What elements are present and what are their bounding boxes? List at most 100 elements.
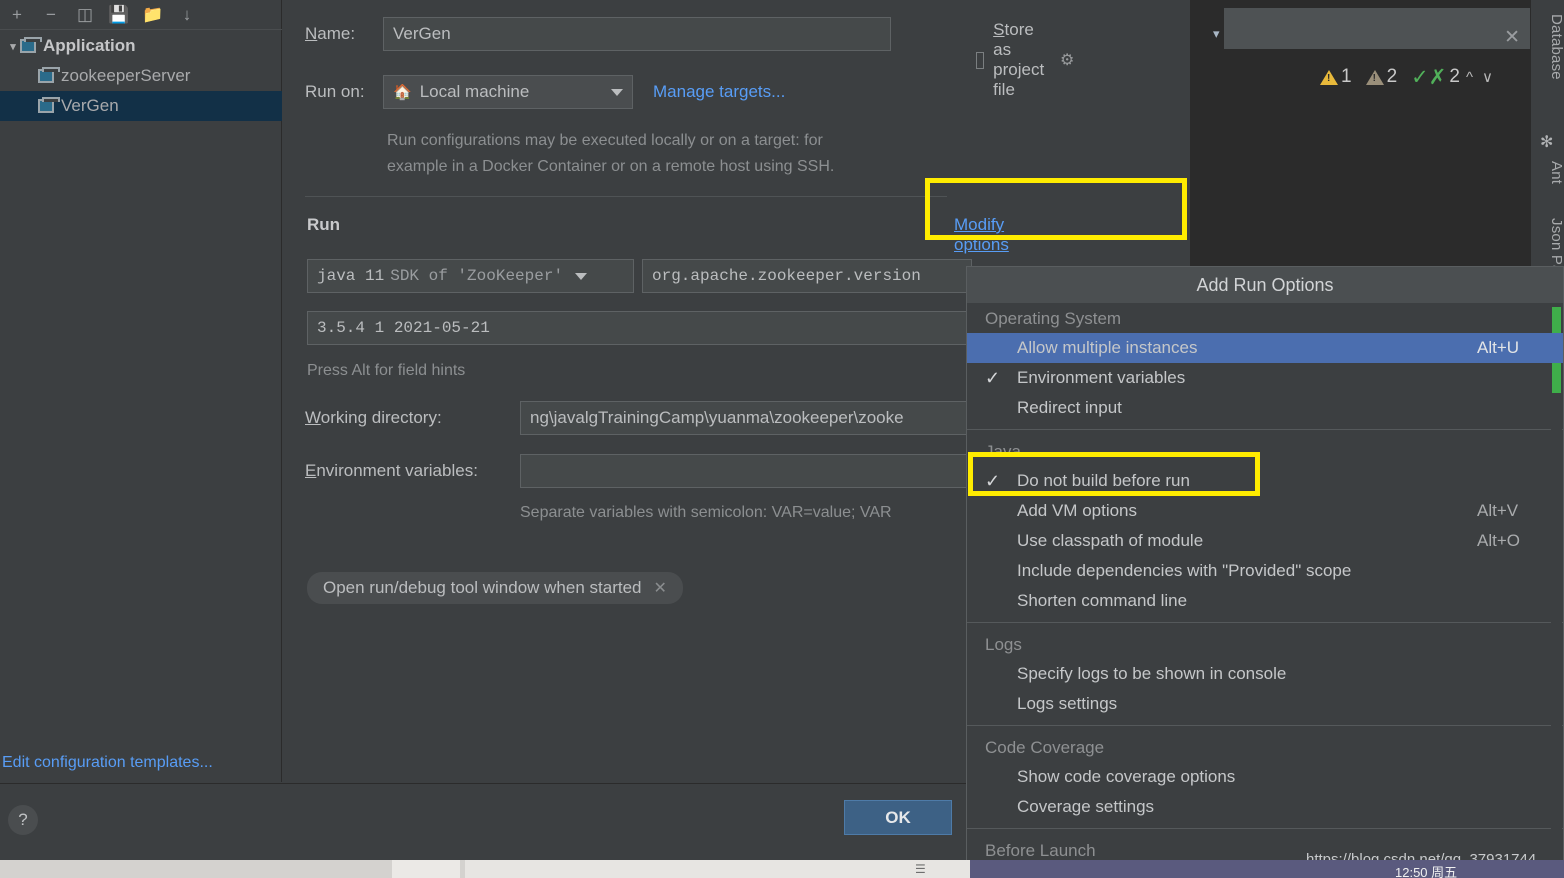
tree-group-application[interactable]: ▾ Application <box>0 31 282 61</box>
manage-targets-link[interactable]: Manage targets... <box>653 82 785 102</box>
field-hints-text: Press Alt for field hints <box>307 362 466 379</box>
name-label: Name: <box>305 24 356 43</box>
application-icon <box>38 97 60 113</box>
tray-icon[interactable]: ☰ <box>915 862 926 876</box>
open-tool-window-tag-label: Open run/debug tool window when started <box>323 578 642 597</box>
form-divider <box>305 196 947 197</box>
store-as-project-file-row: Store as project file ⚙ <box>976 20 1074 100</box>
menu-item-coverage-settings[interactable]: Coverage settings <box>967 792 1563 822</box>
ok-count: 2 <box>1449 66 1460 87</box>
popup-group-code-coverage: Code Coverage <box>985 738 1105 757</box>
close-icon[interactable]: ✕ <box>653 578 666 598</box>
chevron-down-icon[interactable]: ▾ <box>1213 26 1220 42</box>
save-icon[interactable]: 💾 <box>104 2 134 28</box>
menu-item-environment-variables[interactable]: ✓ Environment variables <box>967 363 1563 393</box>
edit-configuration-templates-link[interactable]: Edit configuration templates... <box>0 754 213 772</box>
ok-button[interactable]: OK <box>844 800 952 835</box>
tree-item-zookeeperserver[interactable]: zookeeperServer <box>0 61 282 91</box>
tool-tab-ant[interactable]: Ant <box>1531 155 1564 207</box>
menu-item-add-vm-options[interactable]: Add VM options Alt+V <box>967 496 1563 526</box>
taskbar-block <box>465 860 970 878</box>
configurations-list-panel: + − ◫ 💾 📁 ↓ ▾ Application zookeeperServe… <box>0 0 282 782</box>
menu-item-include-provided-dependencies[interactable]: Include dependencies with "Provided" sco… <box>967 556 1563 586</box>
annotation-highlight-modify-options <box>925 178 1187 240</box>
weak-warning-count: 2 <box>1386 66 1398 87</box>
chevron-down-icon[interactable]: ▾ <box>6 40 20 53</box>
run-debug-configurations-dialog: + − ◫ 💾 📁 ↓ ▾ Application zookeeperServe… <box>0 0 1074 860</box>
popup-separator <box>967 622 1563 623</box>
working-directory-label: Working directory: <box>305 408 442 427</box>
tree-item-vergen[interactable]: VerGen <box>0 91 282 121</box>
name-input[interactable]: VerGen <box>383 17 891 51</box>
warning-icon <box>1320 69 1338 85</box>
configuration-form: Name: VerGen Store as project file ⚙ Run… <box>282 0 1074 782</box>
taskbar-tray-area <box>970 860 1564 878</box>
question-mark-icon[interactable]: ? <box>8 805 38 835</box>
popup-separator <box>967 725 1563 726</box>
application-icon <box>20 37 42 53</box>
taskbar-block <box>392 860 460 878</box>
menu-item-redirect-input[interactable]: Redirect input <box>967 393 1563 423</box>
sdk-combobox[interactable]: java 11 SDK of 'ZooKeeper' <box>307 259 634 293</box>
annotation-highlight-do-not-build <box>968 452 1260 496</box>
tree-item-label: zookeeperServer <box>61 66 191 85</box>
popup-separator <box>967 828 1563 829</box>
chevron-down-icon <box>611 88 623 96</box>
chevron-up-icon[interactable]: ^ <box>1463 69 1476 86</box>
application-icon <box>38 67 60 83</box>
configurations-toolbar: + − ◫ 💾 📁 ↓ <box>0 0 282 30</box>
environment-variables-row: Environment variables: <box>305 454 972 488</box>
run-on-label: Run on: <box>305 82 365 101</box>
warning-count: 1 <box>1341 66 1352 87</box>
name-row: Name: VerGen <box>305 17 891 51</box>
chevron-down-icon[interactable]: ∨ <box>1479 68 1496 86</box>
popup-title: Add Run Options <box>967 267 1563 303</box>
minus-icon[interactable]: − <box>36 2 66 28</box>
main-class-input[interactable]: org.apache.zookeeper.version <box>642 259 972 293</box>
editor-tab-bar: ✕ <box>1224 8 1530 50</box>
menu-item-shorten-command-line[interactable]: Shorten command line <box>967 586 1563 616</box>
menu-item-logs-settings[interactable]: Logs settings <box>967 689 1563 719</box>
menu-item-show-code-coverage-options[interactable]: Show code coverage options <box>967 762 1563 792</box>
tree-item-label: VerGen <box>61 96 119 115</box>
sdk-suffix: SDK of 'ZooKeeper' <box>390 267 564 285</box>
tree-group-label: Application <box>43 36 136 55</box>
run-on-row: Run on: 🏠 Local machine Manage targets..… <box>305 75 785 109</box>
menu-item-use-classpath-of-module[interactable]: Use classpath of module Alt+O <box>967 526 1563 556</box>
menu-item-specify-logs[interactable]: Specify logs to be shown in console <box>967 659 1563 689</box>
inspections-widget[interactable]: 1 2 ✓✗ 2 ^ ∨ <box>1320 58 1496 96</box>
environment-variables-input[interactable] <box>520 454 972 488</box>
popup-separator <box>967 429 1563 430</box>
folder-add-icon[interactable]: 📁 <box>138 2 168 28</box>
run-section-title: Run <box>307 215 341 234</box>
gear-icon[interactable]: ⚙ <box>1060 50 1074 70</box>
close-icon[interactable]: ✕ <box>1504 28 1520 47</box>
tool-tab-database[interactable]: Database <box>1531 8 1564 118</box>
popup-group-logs: Logs <box>985 635 1022 654</box>
sort-az-icon[interactable]: ↓ <box>172 2 202 28</box>
weak-warning-icon <box>1365 69 1384 85</box>
add-run-options-popup: Add Run Options Operating System Allow m… <box>966 266 1564 878</box>
menu-item-allow-multiple-instances[interactable]: Allow multiple instances Alt+U <box>967 333 1563 363</box>
working-directory-row: Working directory: ng\javalgTrainingCamp… <box>305 401 972 435</box>
home-icon: 🏠 <box>393 84 412 101</box>
store-as-project-file-label: Store as project file <box>993 20 1045 99</box>
dialog-footer: ? OK <box>0 783 966 860</box>
chevron-down-icon <box>575 272 588 280</box>
working-directory-input[interactable]: ng\javalgTrainingCamp\yuanma\zookeeper\z… <box>520 401 972 435</box>
run-on-value: Local machine <box>419 82 530 101</box>
popup-group-operating-system: Operating System <box>985 309 1122 328</box>
run-on-combobox[interactable]: 🏠 Local machine <box>383 75 633 109</box>
copy-icon[interactable]: ◫ <box>70 2 100 28</box>
inspection-ok-icon: ✓✗ <box>1411 65 1447 89</box>
open-tool-window-tag[interactable]: Open run/debug tool window when started … <box>307 572 683 604</box>
store-as-project-file-checkbox[interactable] <box>976 51 985 69</box>
target-hint: Run configurations may be executed local… <box>387 132 835 175</box>
check-icon: ✓ <box>985 367 1001 388</box>
configurations-tree: ▾ Application zookeeperServer VerGen <box>0 31 282 121</box>
environment-variables-label: Environment variables: <box>305 461 478 480</box>
plus-icon[interactable]: + <box>2 2 32 28</box>
taskbar-clock: 12:50 周五 <box>1395 865 1458 878</box>
ant-bug-icon: ✻ <box>1540 134 1554 151</box>
program-arguments-input[interactable]: 3.5.4 1 2021-05-21 <box>307 311 972 345</box>
